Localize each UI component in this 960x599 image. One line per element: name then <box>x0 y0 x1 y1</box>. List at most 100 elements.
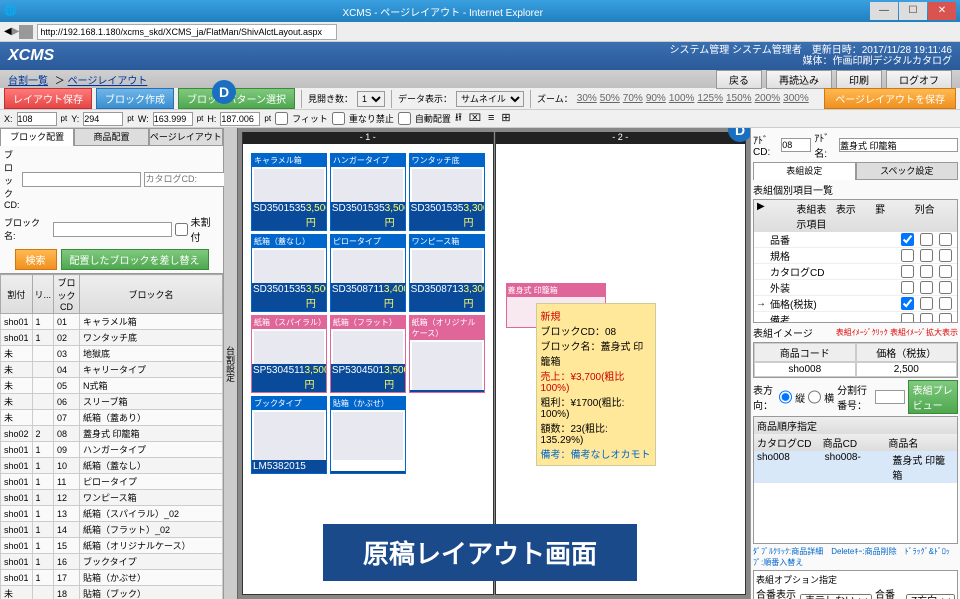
table-row[interactable]: 未04キャリータイプ <box>1 362 223 378</box>
search-button[interactable]: 検索 <box>15 249 57 270</box>
zoom-link[interactable]: 50% <box>600 93 620 104</box>
thumb-block[interactable]: 紙箱（オリジナルケース） <box>409 315 485 393</box>
header-meta: システム管理 システム管理者 更新日時：2017/11/28 19:11:46媒… <box>670 45 952 67</box>
table-row[interactable]: 未18貼箱（ブック） <box>1 586 223 599</box>
layout-save-button[interactable]: レイアウト保存 <box>4 88 92 109</box>
table-row[interactable]: sho01101キャラメル箱 <box>1 314 223 330</box>
table-row[interactable]: 未06スリーブ箱 <box>1 394 223 410</box>
table-row[interactable]: sho01114紙箱（フラット）_02 <box>1 522 223 538</box>
forward-icon[interactable]: ▶ <box>12 26 20 37</box>
page-count-label: 見開き数： <box>308 92 353 105</box>
back-icon[interactable]: ◀ <box>4 26 12 37</box>
table-row[interactable]: 未03地獄底 <box>1 346 223 362</box>
canvas-vtab[interactable]: 台割設定 <box>224 128 238 599</box>
fit-checkbox[interactable] <box>275 112 288 125</box>
save-page-layout-button[interactable]: ページレイアウトを保存 <box>824 88 956 109</box>
enlarge-link[interactable]: 表組ｲﾒｰｼﾞｸﾘｯｸ 表組ｲﾒｰｼﾞ拡大表示 <box>836 327 958 338</box>
table-row[interactable]: sho01116ブックタイプ <box>1 554 223 570</box>
table-row[interactable]: sho01102ワンタッチ底 <box>1 330 223 346</box>
thumb-block[interactable]: ワンピース箱SD35087133,300 円 <box>409 234 485 312</box>
breadcrumb-b[interactable]: ページレイアウト <box>68 76 148 87</box>
logo: XCMS <box>8 47 54 65</box>
dir-v-radio[interactable] <box>779 390 792 404</box>
zoom-link[interactable]: 100% <box>669 93 695 104</box>
thumb-block[interactable]: ブックタイプLM5382015 <box>251 396 327 474</box>
list-item[interactable]: →価格(税抜) <box>754 296 957 312</box>
breadcrumb: 台割一覧 ＞ ページレイアウト <box>8 72 712 87</box>
goban-dir-select[interactable]: Z方向 <box>906 594 955 599</box>
x-input[interactable] <box>17 112 57 126</box>
table-row[interactable]: 未05N式箱 <box>1 378 223 394</box>
h-input[interactable] <box>220 112 260 126</box>
table-row[interactable]: 未07紙箱（蓋あり） <box>1 410 223 426</box>
breadcrumb-a[interactable]: 台割一覧 <box>8 76 48 87</box>
table-row[interactable]: sho01115紙箱（オリジナルケース） <box>1 538 223 554</box>
tab-block-layout[interactable]: ブロック配置 <box>0 128 74 146</box>
table-row[interactable]: sho01112ワンピース箱 <box>1 490 223 506</box>
list-item[interactable]: 品番 <box>754 232 957 248</box>
w-input[interactable] <box>153 112 193 126</box>
tab-table-config[interactable]: 表組設定 <box>753 162 856 180</box>
goban-display-select[interactable]: 表示しない <box>800 594 872 599</box>
drag-badge-icon: D <box>212 80 236 104</box>
table-row[interactable]: sho01113紙箱（スパイラル）_02 <box>1 506 223 522</box>
tab-page-layout[interactable]: ページレイアウト <box>149 128 223 146</box>
data-display-select[interactable]: サムネイル <box>456 91 524 107</box>
product-row[interactable]: sho008sho008-蓋身式 印籠箱 <box>754 451 957 483</box>
ad-name-input[interactable] <box>839 138 958 152</box>
table-row[interactable]: sho01109ハンガータイプ <box>1 442 223 458</box>
zoom-link[interactable]: 70% <box>623 93 643 104</box>
auto-checkbox[interactable] <box>398 112 411 125</box>
thumb-block[interactable]: 紙箱（フラット）SP53045013,500 円 <box>330 315 406 393</box>
thumb-block[interactable]: 紙箱（スパイラル）SP53045113,500 円 <box>251 315 327 393</box>
zoom-link[interactable]: 200% <box>755 93 781 104</box>
thumb-block[interactable]: ピロータイプSD35087113,400 円 <box>330 234 406 312</box>
zoom-label: ズーム： <box>537 92 573 105</box>
tab-product-layout[interactable]: 商品配置 <box>74 128 148 146</box>
list-item[interactable]: 備考 <box>754 312 957 322</box>
page-count-select[interactable]: 1 <box>357 91 385 107</box>
table-row[interactable]: sho01111ピロータイプ <box>1 474 223 490</box>
wrap-checkbox[interactable] <box>332 112 345 125</box>
thumb-block[interactable]: 貼箱（かぶせ） <box>330 396 406 474</box>
list-item[interactable]: カタログCD <box>754 264 957 280</box>
reload-button[interactable]: 再読込み <box>766 70 832 89</box>
close-button[interactable]: ✕ <box>928 2 956 20</box>
maximize-button[interactable]: ☐ <box>899 2 927 20</box>
zoom-link[interactable]: 30% <box>577 93 597 104</box>
thumb-block[interactable]: キャラメル箱SD35015353,500 円 <box>251 153 327 231</box>
align-icons[interactable]: ⭿ ⌧ ≡ ⊞ <box>455 109 513 128</box>
swap-button[interactable]: 配置したブロックを差し替え <box>61 249 209 270</box>
thumb-block[interactable]: 紙箱（蓋なし）SD35015353,500 円 <box>251 234 327 312</box>
table-row[interactable]: sho02208蓋身式 印籠箱 <box>1 426 223 442</box>
tab-spec-config[interactable]: スペック設定 <box>856 162 959 180</box>
block-table: 割付リ...ブロックCDブロック名 sho01101キャラメル箱sho01102… <box>0 274 223 599</box>
back-button[interactable]: 戻る <box>716 70 762 89</box>
window-title: XCMS - ページレイアウト - Internet Explorer <box>16 4 869 19</box>
block-pattern-button[interactable]: ブロックパターン選択 <box>178 88 295 109</box>
block-cd-input[interactable] <box>22 172 141 187</box>
unassigned-checkbox[interactable] <box>175 222 188 237</box>
table-row[interactable]: sho01117貼箱（かぶせ） <box>1 570 223 586</box>
address-input[interactable] <box>37 24 337 40</box>
dir-h-radio[interactable] <box>808 390 821 404</box>
list-item[interactable]: 外装 <box>754 280 957 296</box>
y-input[interactable] <box>83 112 123 126</box>
table-preview-button[interactable]: 表組プレビュー <box>908 380 958 414</box>
table-image-preview: 商品コード価格（税抜） sho0082,500 <box>753 342 958 378</box>
ad-cd-input[interactable] <box>781 138 811 152</box>
block-create-button[interactable]: ブロック作成 <box>96 88 174 109</box>
thumb-block[interactable]: ハンガータイプSD35015353,500 円 <box>330 153 406 231</box>
zoom-link[interactable]: 150% <box>726 93 752 104</box>
split-row-input[interactable] <box>875 390 905 404</box>
logoff-button[interactable]: ログオフ <box>886 70 952 89</box>
print-button[interactable]: 印刷 <box>836 70 882 89</box>
thumb-block[interactable]: ワンタッチ底SD35015353,300 円 <box>409 153 485 231</box>
zoom-link[interactable]: 90% <box>646 93 666 104</box>
block-name-input[interactable] <box>53 222 172 237</box>
list-item[interactable]: 規格 <box>754 248 957 264</box>
zoom-link[interactable]: 300% <box>783 93 809 104</box>
minimize-button[interactable]: — <box>870 2 898 20</box>
table-row[interactable]: sho01110紙箱（蓋なし） <box>1 458 223 474</box>
zoom-link[interactable]: 125% <box>697 93 723 104</box>
